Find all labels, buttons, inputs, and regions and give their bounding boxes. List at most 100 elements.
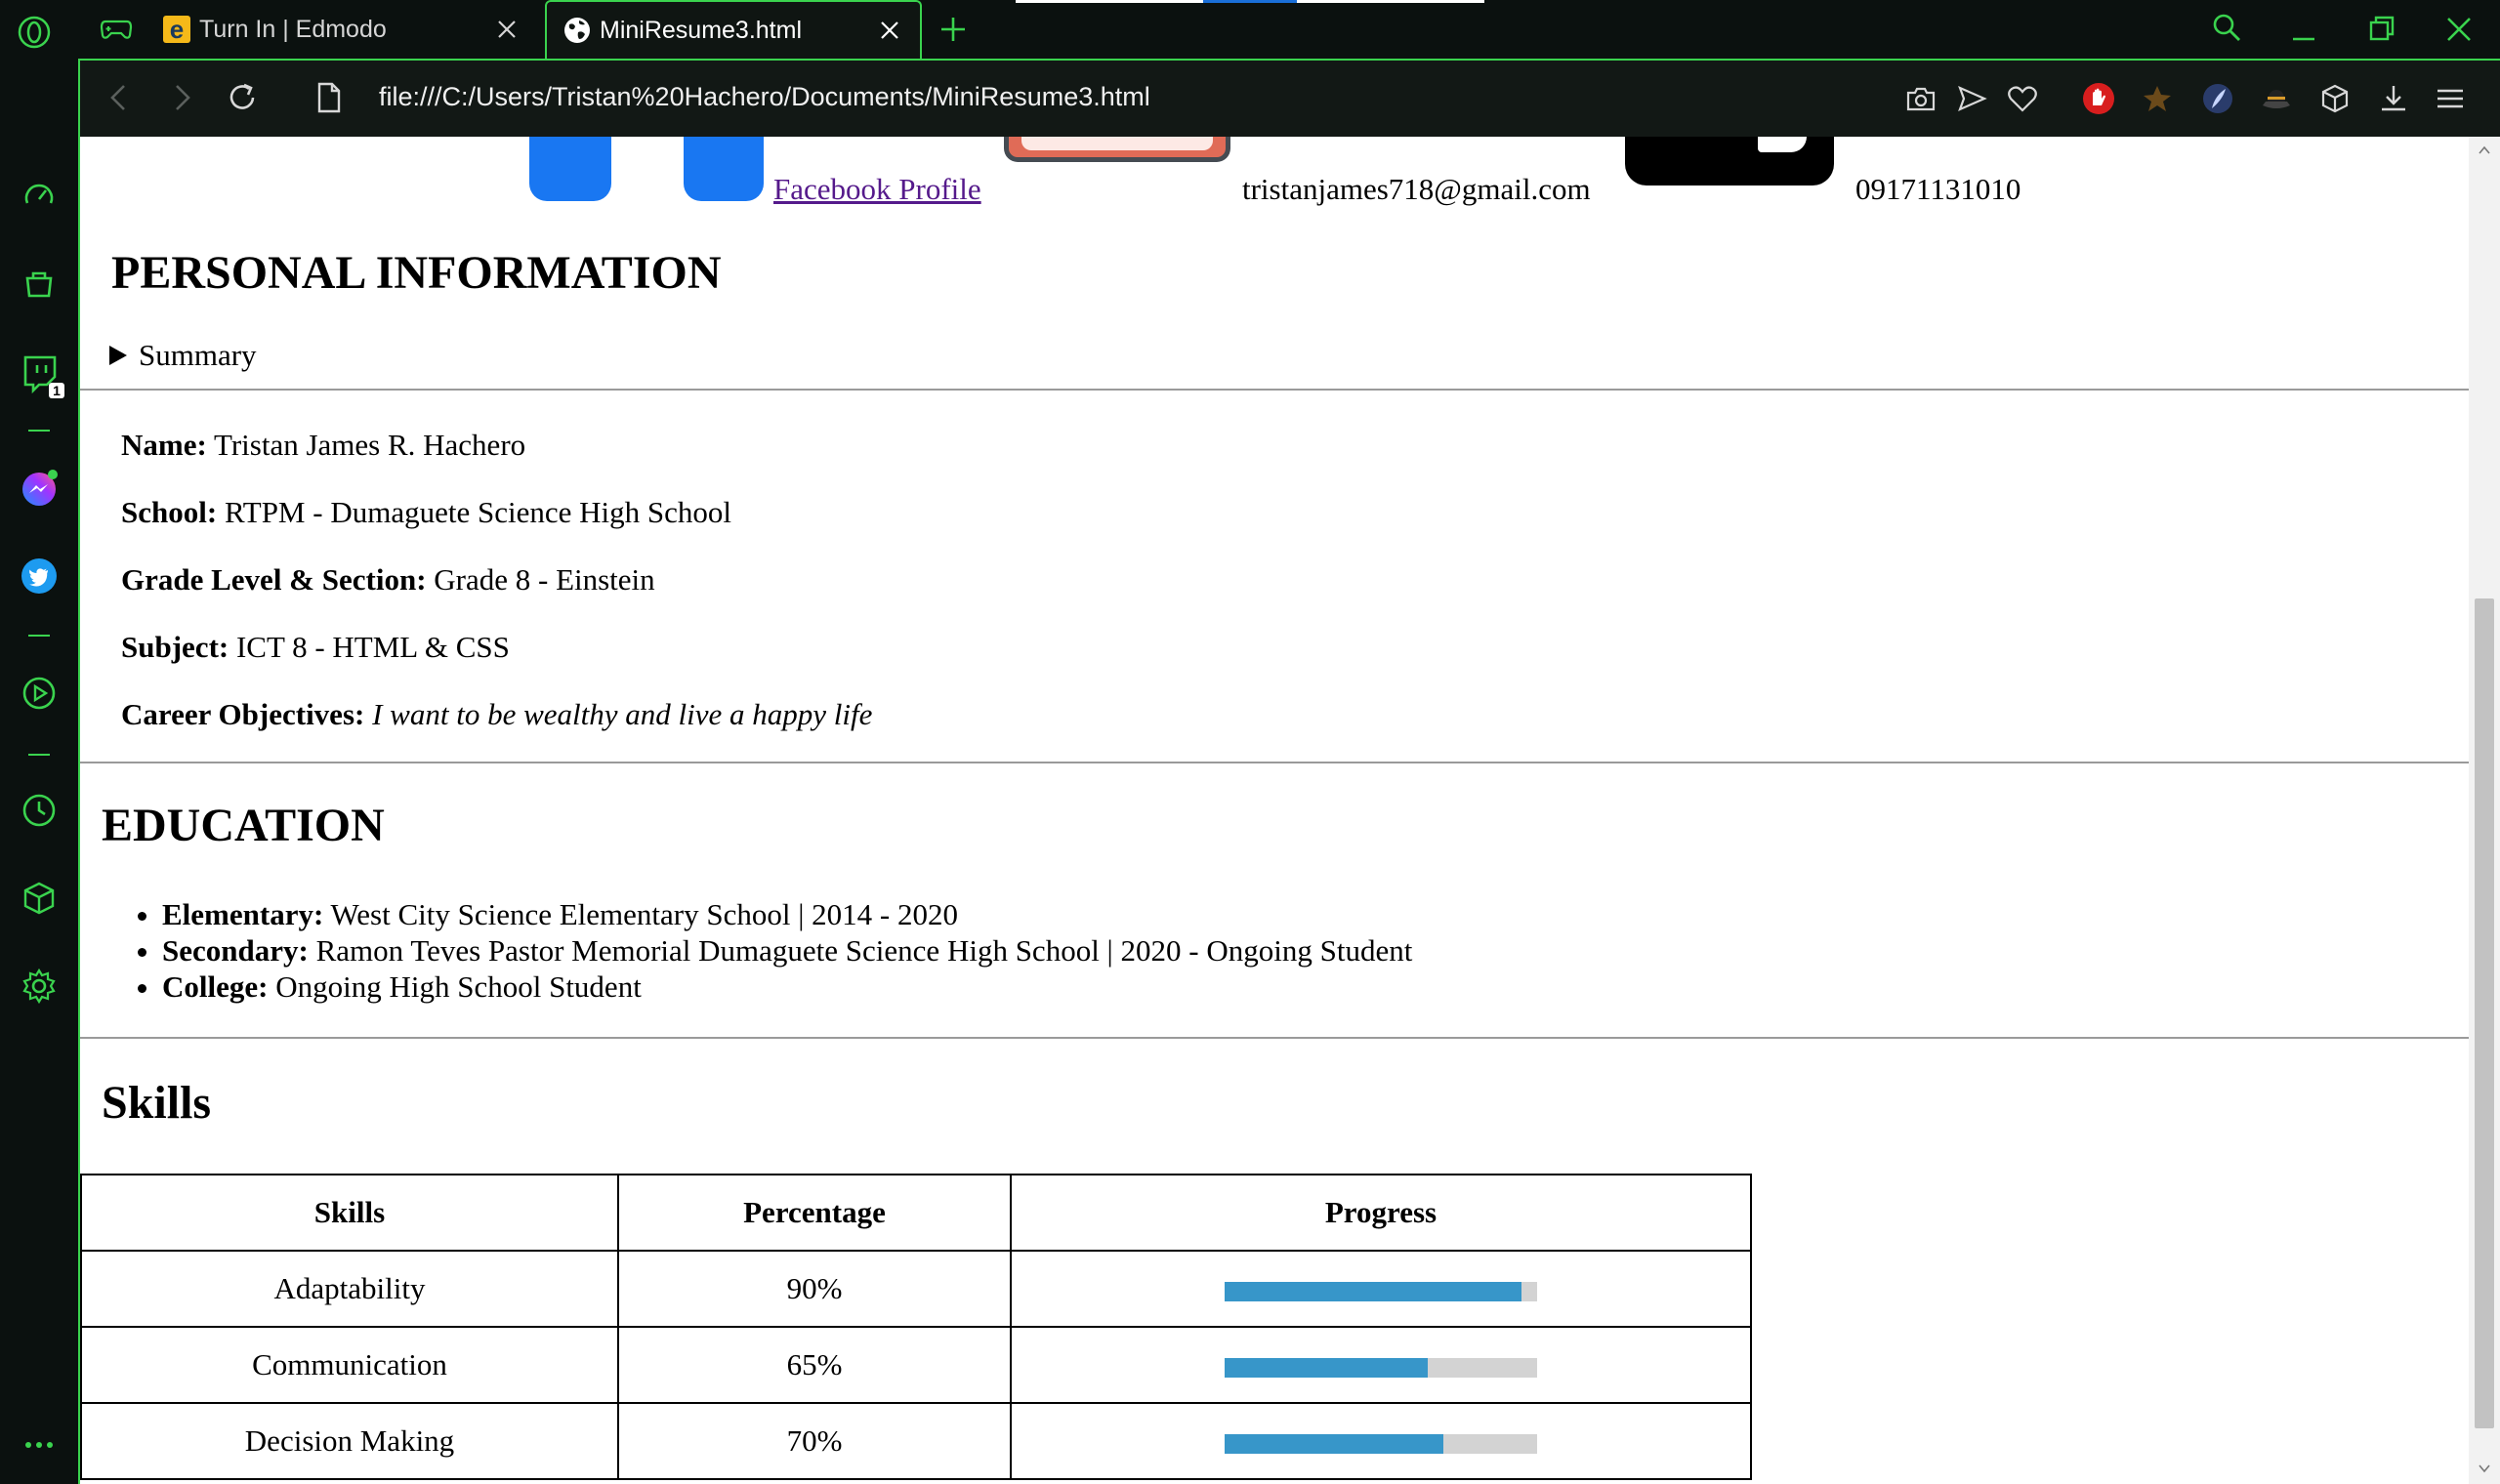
star-extension-icon[interactable] [2141,82,2174,115]
sidebar-separator [28,635,50,637]
web-page: Facebook Profile tristanjames718@gmail.c… [78,137,2469,1484]
disclosure-triangle-icon [109,346,127,365]
progress-cell [1010,1250,1752,1328]
send-icon[interactable] [1955,82,1988,115]
scroll-down-arrow-icon[interactable] [2478,1463,2491,1474]
progress-fill [1225,1357,1428,1378]
summary-label: Summary [139,338,257,372]
easy-setup-menu-icon[interactable] [2434,82,2467,115]
phone-number-text: 09171131010 [1855,172,2021,206]
opera-gx-logo-icon[interactable] [18,16,51,49]
skills-heading: Skills [102,1077,212,1129]
tab-edmodo[interactable]: e Turn In | Edmodo [146,0,537,59]
scroll-up-arrow-icon[interactable] [2478,144,2491,156]
top-stripe-white-2 [1297,0,1484,3]
objective-label: Career Objectives: [121,697,365,731]
speed-dial-gauge-icon[interactable] [20,176,59,215]
facebook-profile-link[interactable]: Facebook Profile [773,172,981,207]
subject-line: Subject: ICT 8 - HTML & CSS [121,630,510,665]
progress-bar [1225,1281,1537,1301]
skill-name: Decision Making [80,1402,619,1480]
grade-line: Grade Level & Section: Grade 8 - Einstei… [121,562,655,598]
edu-label: Secondary: [162,933,309,968]
search-icon[interactable] [2211,12,2242,43]
shopping-bag-icon[interactable] [20,264,59,303]
progress-bar [1225,1433,1537,1454]
cube-icon[interactable] [2318,82,2352,115]
facebook-logo-image [684,137,764,201]
adblock-hand-icon[interactable] [2082,82,2115,115]
tab-miniresume[interactable]: MiniResume3.html [545,0,922,59]
svg-text:e: e [170,15,184,44]
tab-title: Turn In | Edmodo [199,15,387,43]
heart-bookmark-icon[interactable] [2006,82,2039,115]
sidebar: 1 [0,59,78,1484]
progress-cell [1010,1402,1752,1480]
history-clock-icon[interactable] [20,791,59,830]
forward-icon[interactable] [164,80,199,115]
twitch-icon[interactable]: 1 [20,351,64,398]
progress-bar [1225,1357,1537,1378]
progress-fill [1225,1433,1443,1454]
messenger-icon[interactable] [20,469,59,508]
edu-label: College: [162,969,269,1004]
address-bar: file:///C:/Users/Tristan%20Hachero/Docum… [78,59,2500,137]
hat-extension-icon[interactable] [2260,82,2293,115]
settings-gear-icon[interactable] [20,967,59,1006]
tab-strip: e Turn In | Edmodo MiniResume3.html [0,0,2500,59]
tab-title: MiniResume3.html [600,16,803,44]
scroll-thumb[interactable] [2475,598,2494,1428]
new-tab-icon[interactable] [938,14,969,45]
twitter-icon[interactable] [20,556,59,596]
sidebar-separator [28,754,50,756]
gmail-logo-inner [1021,137,1213,150]
divider [80,389,2469,391]
divider [80,1037,2469,1039]
extensions-cube-icon[interactable] [20,879,59,918]
objective-value: I want to be wealthy and live a happy li… [372,697,873,731]
close-window-icon[interactable] [2443,14,2475,45]
progress-cell [1010,1326,1752,1404]
minimize-icon[interactable] [2289,16,2318,45]
skill-name: Communication [80,1326,619,1404]
close-tab-icon[interactable] [494,17,520,42]
school-value: RTPM - Dumaguete Science High School [224,495,731,529]
page-scrollbar[interactable] [2469,137,2500,1484]
snapshot-camera-icon[interactable] [1904,82,1938,115]
skill-percent: 70% [617,1402,1012,1480]
summary-toggle[interactable]: Summary [109,338,257,373]
grade-value: Grade 8 - Einstein [434,562,655,597]
back-icon[interactable] [102,80,137,115]
list-item: College: Ongoing High School Student [162,969,1412,1005]
school-label: School: [121,495,218,529]
restore-window-icon[interactable] [2367,14,2396,43]
twitch-badge: 1 [53,383,61,398]
more-dots-icon[interactable] [20,1425,59,1464]
facebook-logo-image [529,137,611,201]
name-line: Name: Tristan James R. Hachero [121,428,525,463]
reload-icon[interactable] [225,80,260,115]
grade-label: Grade Level & Section: [121,562,427,597]
sidebar-separator [28,430,50,432]
skills-table: Skills Percentage Progress Adaptability … [80,1174,1752,1480]
file-page-icon [317,82,341,113]
feather-extension-icon[interactable] [2201,82,2234,115]
edmodo-e-icon: e [163,15,190,44]
url-field[interactable]: file:///C:/Users/Tristan%20Hachero/Docum… [379,82,1150,112]
edu-value: West City Science Elementary School | 20… [330,897,959,931]
download-icon[interactable] [2377,82,2410,115]
player-icon[interactable] [20,674,59,713]
column-header: Skills [80,1174,619,1252]
top-stripe-white [1016,0,1203,3]
close-tab-icon[interactable] [877,18,902,43]
column-header: Percentage [617,1174,1012,1252]
list-item: Elementary: West City Science Elementary… [162,896,1412,932]
personal-information-heading: PERSONAL INFORMATION [111,247,722,299]
gamepad-icon[interactable] [100,16,133,41]
table-row: Decision Making 70% [80,1402,1752,1480]
table-row: Communication 65% [80,1326,1752,1404]
email-text: tristanjames718@gmail.com [1242,172,1591,206]
edu-label: Elementary: [162,897,324,931]
name-value: Tristan James R. Hachero [214,428,526,462]
subject-label: Subject: [121,630,229,664]
